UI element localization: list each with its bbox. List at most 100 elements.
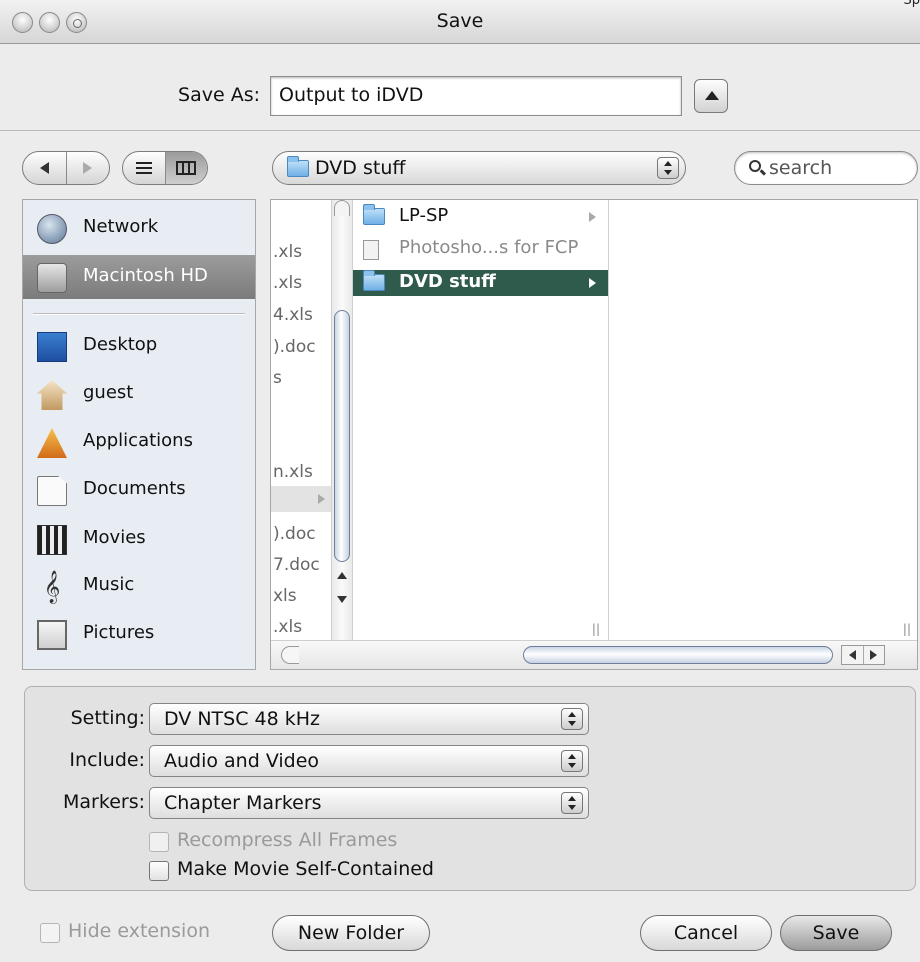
scrollbar-thumb[interactable] — [523, 646, 833, 664]
export-options-panel: Setting: DV NTSC 48 kHz Include: Audio a… — [24, 686, 916, 891]
sidebar-item-network[interactable]: Network — [23, 206, 255, 250]
scroll-left-arrow-icon — [848, 650, 856, 660]
sidebar-item-movies[interactable]: Movies — [23, 517, 255, 561]
list-item[interactable]: .xls — [273, 242, 302, 262]
scroll-left-button[interactable] — [842, 646, 863, 664]
list-item[interactable]: s — [273, 368, 282, 388]
list-item[interactable]: 4.xls — [273, 305, 313, 325]
background-window-text: Sp — [903, 0, 920, 8]
save-as-label: Save As: — [178, 84, 260, 106]
document-icon — [363, 240, 379, 260]
browser-column-previous: .xls .xls 4.xls ).doc s n.xls ).doc 7.do… — [271, 200, 331, 640]
sidebar-item-label: Pictures — [83, 622, 155, 643]
markers-value: Chapter Markers — [164, 792, 322, 814]
popup-arrows-icon — [561, 792, 583, 814]
back-arrow-icon — [39, 162, 49, 174]
markers-popup[interactable]: Chapter Markers — [149, 787, 589, 819]
folder-icon — [287, 156, 309, 177]
location-popup[interactable]: DVD stuff — [272, 151, 686, 185]
view-mode-control — [122, 151, 208, 185]
sidebar-item-guest[interactable]: guest — [23, 372, 255, 416]
window-title: Save — [436, 10, 484, 32]
list-view-button[interactable] — [123, 152, 165, 184]
self-contained-checkbox[interactable] — [149, 861, 169, 881]
hide-extension-label: Hide extension — [68, 920, 210, 942]
search-field[interactable]: search — [734, 151, 918, 185]
list-item[interactable]: .xls — [273, 617, 302, 637]
collapse-disclosure-button[interactable] — [694, 79, 728, 113]
list-item-photoshop-file[interactable]: Photosho...s for FCP — [353, 236, 608, 262]
scrollbar-cap — [334, 200, 350, 216]
disclosure-arrow-icon — [589, 278, 596, 288]
search-placeholder: search — [769, 157, 833, 179]
recompress-label: Recompress All Frames — [177, 829, 398, 851]
desktop-icon — [37, 332, 67, 362]
location-label: DVD stuff — [315, 157, 406, 179]
scroll-up-arrow-icon[interactable] — [337, 572, 347, 579]
hard-drive-icon — [37, 263, 67, 293]
search-icon — [749, 160, 761, 172]
sidebar-separator — [33, 313, 245, 315]
home-icon — [37, 380, 67, 410]
back-button[interactable] — [23, 152, 66, 184]
setting-value: DV NTSC 48 kHz — [164, 708, 320, 730]
browser-column-next: || — [610, 200, 917, 640]
list-item[interactable]: ).doc — [273, 524, 316, 544]
scroll-right-arrow-icon — [870, 650, 878, 660]
popup-arrows-icon — [561, 708, 583, 730]
list-item[interactable]: xls — [273, 586, 297, 606]
include-label: Include: — [69, 749, 145, 771]
sidebar-item-macintosh-hd[interactable]: Macintosh HD — [23, 255, 255, 299]
setting-label: Setting: — [70, 707, 145, 729]
markers-label: Markers: — [63, 791, 145, 813]
sidebar: Network Macintosh HD Desktop guest Appli… — [22, 199, 256, 670]
popup-arrows-icon — [657, 157, 679, 179]
hide-extension-checkbox[interactable] — [40, 923, 60, 943]
sidebar-item-label: Network — [83, 216, 159, 237]
divider — [0, 130, 920, 131]
sidebar-item-documents[interactable]: Documents — [23, 468, 255, 512]
sidebar-item-label: Macintosh HD — [83, 265, 208, 286]
scroll-arrows — [841, 645, 885, 665]
include-popup[interactable]: Audio and Video — [149, 745, 589, 777]
sidebar-item-pictures[interactable]: Pictures — [23, 612, 255, 656]
sidebar-item-label: guest — [83, 382, 134, 403]
file-browser: .xls .xls 4.xls ).doc s n.xls ).doc 7.do… — [270, 199, 918, 670]
scroll-right-button[interactable] — [862, 646, 885, 664]
sidebar-item-desktop[interactable]: Desktop — [23, 324, 255, 368]
sidebar-item-music[interactable]: 𝄞 Music — [23, 564, 255, 608]
music-icon: 𝄞 — [43, 570, 61, 603]
folder-icon — [363, 270, 385, 291]
list-item[interactable]: 7.doc — [273, 555, 320, 575]
setting-popup[interactable]: DV NTSC 48 kHz — [149, 703, 589, 735]
list-item[interactable]: .xls — [273, 273, 302, 293]
list-view-icon — [135, 162, 152, 174]
list-item[interactable]: ).doc — [273, 337, 316, 357]
list-item-dvd-stuff[interactable]: DVD stuff — [353, 270, 608, 296]
new-folder-button[interactable]: New Folder — [272, 915, 430, 951]
list-item-lp-sp[interactable]: LP-SP — [353, 204, 608, 230]
save-as-field[interactable]: Output to iDVD — [270, 76, 682, 116]
applications-icon — [37, 428, 67, 458]
column-resize-handle[interactable]: || — [903, 622, 911, 636]
scroll-down-arrow-icon[interactable] — [337, 596, 347, 603]
popup-arrows-icon — [561, 750, 583, 772]
file-name: DVD stuff — [399, 271, 496, 292]
vertical-scrollbar[interactable] — [331, 200, 353, 640]
folder-icon — [363, 204, 385, 225]
save-button[interactable]: Save — [780, 915, 892, 951]
column-resize-handle[interactable]: || — [592, 622, 600, 636]
recompress-checkbox[interactable] — [149, 832, 169, 852]
list-item[interactable]: n.xls — [273, 462, 313, 482]
cancel-button[interactable]: Cancel — [640, 915, 772, 951]
file-name: Photosho...s for FCP — [399, 237, 579, 258]
scrollbar-thumb[interactable] — [334, 310, 350, 562]
sidebar-item-applications[interactable]: Applications — [23, 420, 255, 464]
list-item-selected[interactable] — [271, 486, 331, 512]
self-contained-label: Make Movie Self-Contained — [177, 858, 434, 880]
pictures-icon — [37, 620, 67, 650]
column-view-button[interactable] — [164, 152, 207, 184]
forward-button[interactable] — [65, 152, 110, 184]
horizontal-scrollbar[interactable] — [271, 640, 917, 669]
forward-arrow-icon — [83, 162, 93, 174]
